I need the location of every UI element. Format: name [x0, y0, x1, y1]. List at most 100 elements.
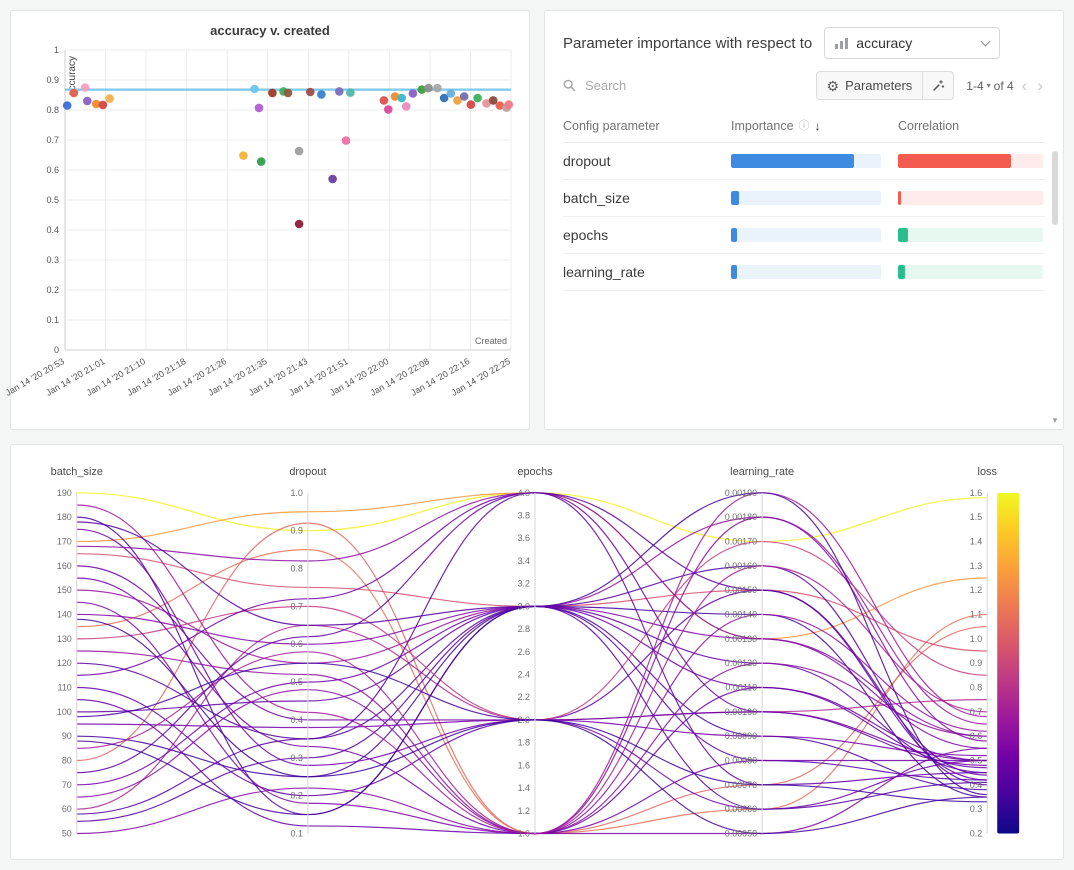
scatter-point[interactable]	[105, 94, 114, 103]
axis-tick-label: 160	[57, 561, 72, 571]
scatter-point[interactable]	[295, 220, 304, 229]
scatter-point[interactable]	[402, 102, 411, 111]
svg-text:0.9: 0.9	[46, 75, 59, 85]
scatter-panel: accuracy v. created 10.90.80.70.60.50.40…	[10, 10, 530, 430]
correlation-bar	[898, 265, 1043, 279]
table-row[interactable]: dropout	[563, 143, 1045, 180]
scatter-point[interactable]	[328, 175, 337, 184]
next-page-button[interactable]: ›	[1035, 77, 1045, 94]
scatter-point[interactable]	[346, 88, 355, 97]
axis-tick-label: 1.6	[518, 760, 530, 770]
axis-tick-label: 0.00130	[725, 634, 757, 644]
axis-tick-label: 0.00180	[725, 512, 757, 522]
parameters-button[interactable]: ⚙ Parameters	[816, 71, 924, 100]
run-line[interactable]	[77, 493, 987, 542]
run-line[interactable]	[77, 493, 987, 736]
scatter-points	[63, 83, 513, 228]
svg-text:0.3: 0.3	[46, 255, 59, 265]
scatter-point[interactable]	[63, 101, 72, 110]
svg-text:0.5: 0.5	[46, 195, 59, 205]
axis-tick-label: 0.00170	[725, 536, 757, 546]
scatter-point[interactable]	[397, 94, 406, 103]
page-range[interactable]: 1-4	[966, 79, 983, 93]
scatter-point[interactable]	[239, 151, 248, 160]
importance-cell	[731, 191, 881, 205]
run-line[interactable]	[77, 517, 987, 724]
scatter-point[interactable]	[409, 89, 418, 98]
axis-tick-label: 0.2	[970, 828, 982, 838]
metric-selector-value: accuracy	[856, 35, 974, 51]
importance-bar	[731, 265, 881, 279]
run-line[interactable]	[77, 566, 987, 785]
table-row[interactable]: epochs	[563, 217, 1045, 254]
scatter-point[interactable]	[335, 87, 344, 96]
axis-tick-label: 0.6	[970, 731, 982, 741]
chevron-down-icon	[981, 36, 991, 46]
scatter-point[interactable]	[83, 97, 92, 106]
scatter-chart: 10.90.80.70.60.50.40.30.20.10Jan 14 '20 …	[17, 40, 523, 420]
table-row[interactable]: learning_rate	[563, 254, 1045, 291]
run-line[interactable]	[77, 542, 987, 720]
scatter-point[interactable]	[284, 89, 293, 98]
run-line[interactable]	[77, 578, 987, 834]
table-row[interactable]: batch_size	[563, 180, 1045, 217]
axis-tick-label: 0.7	[970, 707, 982, 717]
scatter-point[interactable]	[342, 136, 351, 145]
axis-tick-label: 0.00080	[725, 755, 757, 765]
correlation-bar	[898, 154, 1043, 168]
run-line[interactable]	[77, 550, 987, 834]
axis-tick-label: 80	[62, 755, 72, 765]
scatter-point[interactable]	[257, 157, 266, 166]
scatter-point[interactable]	[317, 90, 326, 99]
run-line[interactable]	[77, 554, 987, 651]
column-importance[interactable]: Importance ⓘ ↓	[731, 119, 881, 133]
scatter-point[interactable]	[70, 89, 79, 98]
run-line[interactable]	[77, 523, 987, 833]
magic-wand-button[interactable]	[923, 71, 954, 100]
scatter-point[interactable]	[505, 100, 514, 109]
axis-tick-label: 2.2	[518, 692, 530, 702]
button-group: ⚙ Parameters	[816, 71, 955, 100]
run-line[interactable]	[77, 606, 987, 784]
scatter-point[interactable]	[447, 89, 456, 98]
scrollbar-down-arrow[interactable]: ▾	[1050, 416, 1060, 425]
scatter-point[interactable]	[268, 89, 277, 98]
axis-tick-label: 0.00140	[725, 609, 757, 619]
scatter-point[interactable]	[384, 105, 393, 114]
metric-selector[interactable]: accuracy	[824, 27, 1000, 59]
run-line[interactable]	[77, 493, 987, 814]
run-line[interactable]	[77, 517, 987, 833]
info-icon: ⓘ	[799, 121, 810, 132]
search-input[interactable]	[583, 77, 723, 94]
axis-tick-label: 0.00100	[725, 707, 757, 717]
scatter-point[interactable]	[380, 96, 389, 105]
prev-page-button[interactable]: ‹	[1020, 77, 1030, 94]
scrollbar-thumb[interactable]	[1052, 151, 1058, 225]
scatter-point[interactable]	[250, 85, 259, 94]
axis-tick-label: 0.4	[970, 780, 982, 790]
run-line[interactable]	[77, 720, 987, 756]
axis-tick-label: 0.9	[290, 526, 302, 536]
scatter-point[interactable]	[467, 100, 476, 109]
axis-tick-label: 0.8	[290, 564, 302, 574]
scatter-point[interactable]	[255, 104, 264, 113]
bar-chart-icon	[835, 38, 848, 49]
axis-tick-label: 2.8	[518, 624, 530, 634]
axis-tick-label: 3.2	[518, 579, 530, 589]
axis-tick-label: 1.0	[518, 828, 530, 838]
panel-title: Parameter importance with respect to	[563, 35, 812, 52]
scatter-point[interactable]	[99, 101, 108, 110]
svg-text:1: 1	[54, 45, 59, 55]
scatter-point[interactable]	[306, 88, 315, 97]
svg-text:0.6: 0.6	[46, 165, 59, 175]
scatter-point[interactable]	[81, 83, 90, 92]
axis-tick-label: 0.8	[970, 682, 982, 692]
scatter-point[interactable]	[295, 147, 304, 156]
scatter-point[interactable]	[433, 84, 442, 93]
scatter-point[interactable]	[473, 94, 482, 103]
scatter-point[interactable]	[460, 92, 469, 101]
run-line[interactable]	[77, 602, 987, 833]
scatter-point[interactable]	[424, 84, 433, 93]
column-correlation[interactable]: Correlation	[898, 119, 1043, 133]
axis-tick-label: 0.3	[290, 753, 302, 763]
